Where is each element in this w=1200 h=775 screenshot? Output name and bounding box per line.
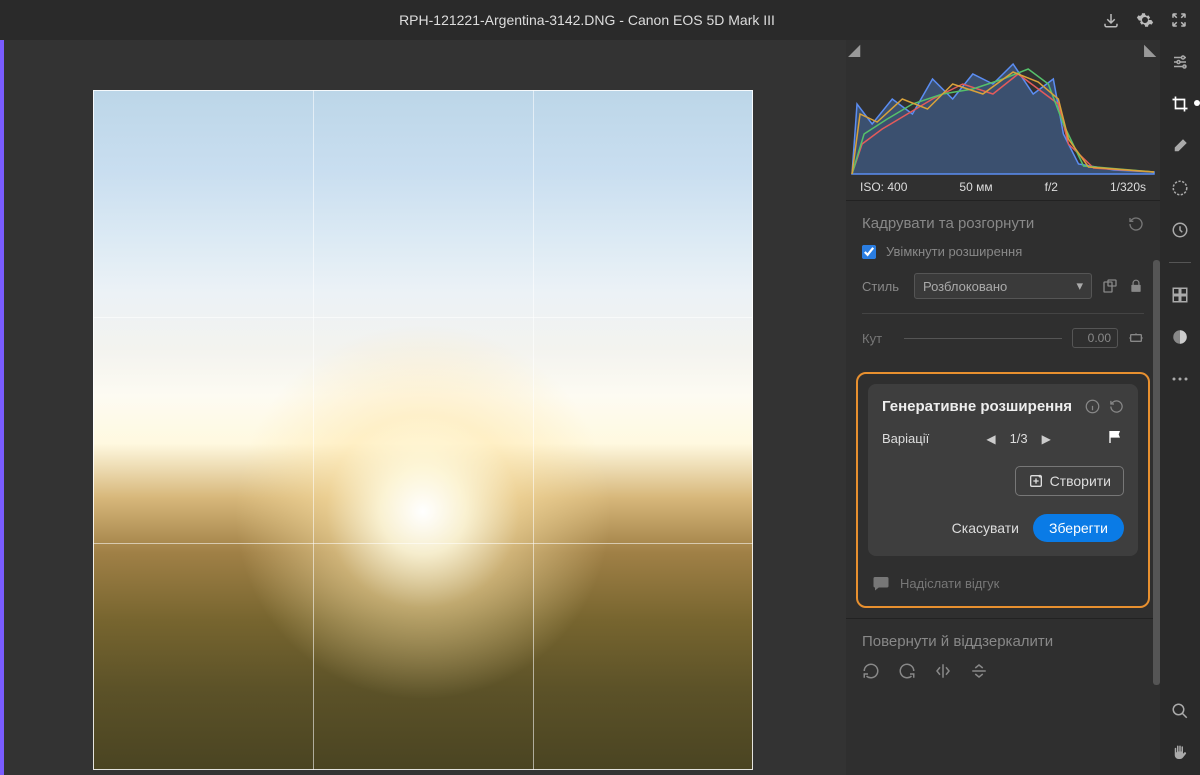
rotate-mirror-panel: Повернути й віддзеркалити <box>846 618 1160 699</box>
crop-panel-title: Кадрувати та розгорнути <box>862 215 1034 232</box>
create-button[interactable]: Створити <box>1015 466 1124 496</box>
fullscreen-icon[interactable] <box>1170 11 1188 29</box>
panel-scrollbar[interactable] <box>1153 260 1160 685</box>
filename: RPH-121221-Argentina-3142.DNG <box>399 12 615 28</box>
next-variation-button[interactable]: ▶ <box>1042 432 1051 446</box>
color-tool-icon[interactable] <box>1170 327 1190 347</box>
iso-value: ISO: 400 <box>860 180 907 194</box>
rotate-cw-icon[interactable] <box>898 662 916 685</box>
prev-variation-button[interactable]: ◀ <box>986 432 995 446</box>
right-panel: ◢ ◣ ISO: 400 50 мм f/2 1/320s Кадрувати … <box>846 40 1160 775</box>
crop-panel: Кадрувати та розгорнути Увімкнути розшир… <box>846 200 1160 362</box>
rotate-panel-title: Повернути й віддзеркалити <box>862 633 1053 650</box>
enable-expansion-checkbox[interactable] <box>862 245 876 259</box>
angle-value[interactable]: 0.00 <box>1072 328 1118 348</box>
reset-icon[interactable] <box>1128 216 1144 232</box>
flip-horizontal-icon[interactable] <box>934 662 952 685</box>
style-select[interactable]: Розблоковано ▾ <box>914 273 1092 299</box>
export-icon[interactable] <box>1102 11 1120 29</box>
angle-label: Кут <box>862 331 894 346</box>
vertical-toolbar <box>1160 40 1200 775</box>
rotate-ccw-icon[interactable] <box>862 662 880 685</box>
chevron-down-icon: ▾ <box>1076 278 1083 294</box>
flag-icon[interactable] <box>1108 429 1124 448</box>
auto-straighten-icon[interactable] <box>1128 330 1144 346</box>
gear-icon[interactable] <box>1136 11 1154 29</box>
header-title: RPH-121221-Argentina-3142.DNG - Canon EO… <box>72 12 1102 28</box>
histogram[interactable]: ◢ ◣ ISO: 400 50 мм f/2 1/320s <box>846 40 1160 200</box>
app-header: RPH-121221-Argentina-3142.DNG - Canon EO… <box>0 0 1200 40</box>
hand-tool-icon[interactable] <box>1170 743 1190 763</box>
focal-length: 50 мм <box>959 180 992 194</box>
gen-expand-title: Генеративне розширення <box>882 398 1072 415</box>
aperture: f/2 <box>1045 180 1058 194</box>
angle-slider[interactable] <box>904 338 1062 339</box>
camera-model: Canon EOS 5D Mark III <box>628 12 775 28</box>
cancel-button[interactable]: Скасувати <box>952 520 1019 536</box>
crop-tool-icon[interactable] <box>1170 94 1190 114</box>
variations-label: Варіації <box>882 431 929 446</box>
shutter-speed: 1/320s <box>1110 180 1146 194</box>
sliders-tool-icon[interactable] <box>1170 52 1190 72</box>
generative-expand-panel: Генеративне розширення Варіації ◀ 1/3 ▶ <box>868 384 1138 556</box>
send-feedback-link[interactable]: Надіслати відгук <box>868 570 1138 596</box>
more-tool-icon[interactable] <box>1170 369 1190 389</box>
radial-mask-tool-icon[interactable] <box>1170 178 1190 198</box>
info-icon[interactable] <box>1084 399 1100 415</box>
style-label: Стиль <box>862 279 904 294</box>
zoom-tool-icon[interactable] <box>1170 701 1190 721</box>
eraser-tool-icon[interactable] <box>1170 136 1190 156</box>
orientation-icon[interactable] <box>1102 278 1118 294</box>
save-button[interactable]: Зберегти <box>1033 514 1124 542</box>
variation-counter: 1/3 <box>1010 431 1028 446</box>
presets-tool-icon[interactable] <box>1170 285 1190 305</box>
photo-preview[interactable] <box>93 90 753 770</box>
enable-expansion-label: Увімкнути розширення <box>886 244 1022 259</box>
redeye-tool-icon[interactable] <box>1170 220 1190 240</box>
generative-expand-highlight: Генеративне розширення Варіації ◀ 1/3 ▶ <box>856 372 1150 608</box>
lock-icon[interactable] <box>1128 278 1144 294</box>
flip-vertical-icon[interactable] <box>970 662 988 685</box>
reset-icon[interactable] <box>1108 399 1124 415</box>
canvas-area[interactable] <box>0 40 846 775</box>
